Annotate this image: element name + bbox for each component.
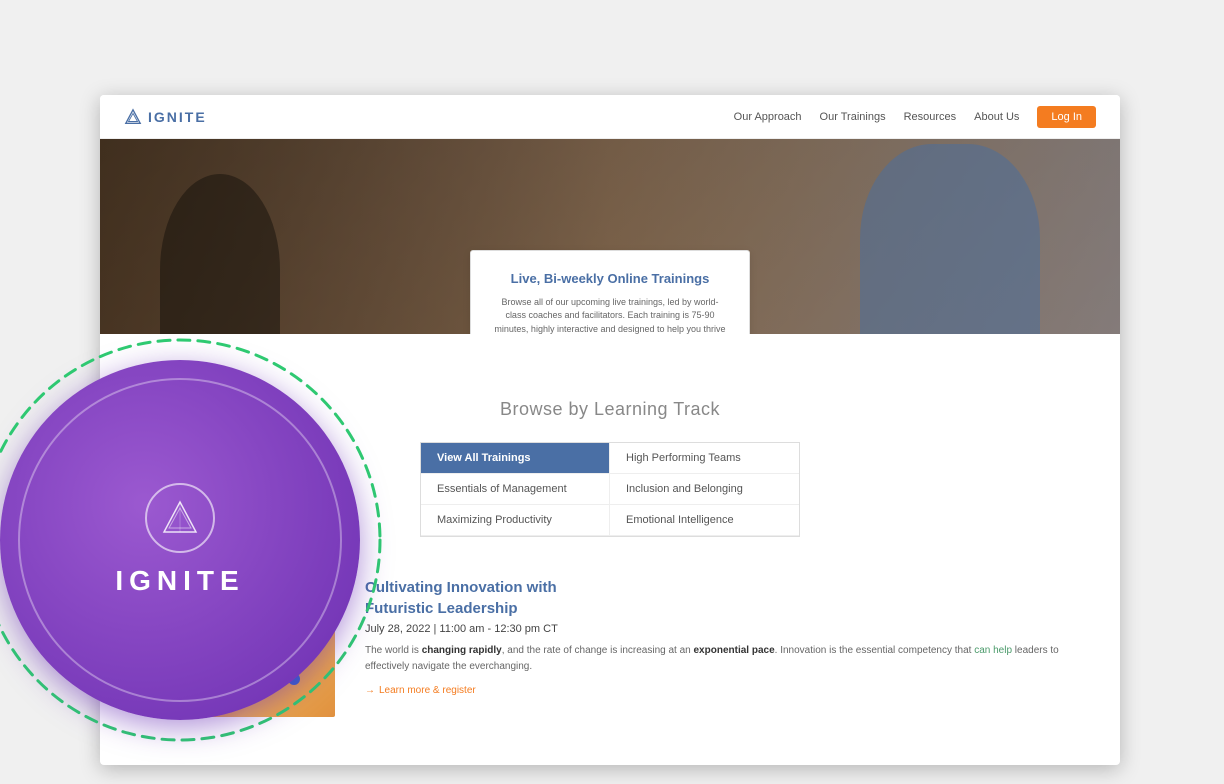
nav-links: Our Approach Our Trainings Resources Abo… — [734, 106, 1096, 128]
browse-item-hpt[interactable]: High Performing Teams — [610, 443, 799, 474]
browse-item-inclusion[interactable]: Inclusion and Belonging — [610, 474, 799, 505]
nav-logo[interactable]: IGNITE — [124, 108, 207, 126]
logo-icon — [124, 108, 142, 126]
browse-grid: View All Trainings High Performing Teams… — [420, 442, 800, 537]
nav-link-resources[interactable]: Resources — [904, 111, 957, 123]
event-desc-highlight: can help — [974, 645, 1012, 656]
event-date: July 28, 2022 | 11:00 am - 12:30 pm CT — [365, 623, 1060, 635]
browse-item-productivity[interactable]: Maximizing Productivity — [421, 505, 610, 536]
training-card-title: Live, Bi-weekly Online Trainings — [493, 271, 727, 286]
event-desc-bold2: exponential pace — [694, 645, 775, 656]
event-description: The world is changing rapidly, and the r… — [365, 643, 1060, 675]
browse-item-all[interactable]: View All Trainings — [421, 443, 610, 474]
event-text: Cultivating Innovation with Futuristic L… — [365, 577, 1060, 717]
event-title-line1: Cultivating Innovation with — [365, 579, 557, 596]
ignite-overlay: IGNITE — [0, 330, 390, 750]
nav-link-approach[interactable]: Our Approach — [734, 111, 802, 123]
event-desc-bold1: changing rapidly — [422, 645, 502, 656]
navbar: IGNITE Our Approach Our Trainings Resour… — [100, 95, 1120, 139]
hero-person-right — [860, 144, 1040, 334]
nav-link-about[interactable]: About Us — [974, 111, 1019, 123]
learn-more-link[interactable]: Learn more & register — [365, 685, 1060, 696]
training-card: Live, Bi-weekly Online Trainings Browse … — [470, 250, 750, 335]
inner-border — [18, 378, 342, 702]
logo-text: IGNITE — [148, 109, 207, 125]
event-title: Cultivating Innovation with Futuristic L… — [365, 577, 1060, 619]
training-card-body: Browse all of our upcoming live training… — [493, 296, 727, 335]
login-button[interactable]: Log In — [1037, 106, 1096, 128]
hero-image: Live, Bi-weekly Online Trainings Browse … — [100, 139, 1120, 334]
browse-item-ei[interactable]: Emotional Intelligence — [610, 505, 799, 536]
training-card-body-text: Browse all of our upcoming live training… — [494, 297, 725, 335]
browse-item-management[interactable]: Essentials of Management — [421, 474, 610, 505]
nav-link-trainings[interactable]: Our Trainings — [820, 111, 886, 123]
ignite-purple-circle: IGNITE — [0, 360, 360, 720]
